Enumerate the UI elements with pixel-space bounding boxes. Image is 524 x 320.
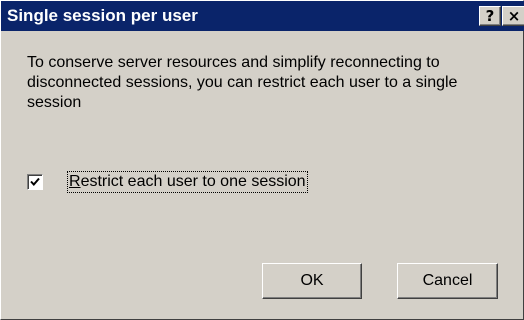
title-bar[interactable]: Single session per user ? × <box>1 1 524 31</box>
ok-button[interactable]: OK <box>262 263 362 299</box>
check-icon <box>30 177 40 186</box>
label-text: estrict each user to one session <box>80 173 306 190</box>
mnemonic-letter: R <box>69 173 81 190</box>
close-button[interactable]: × <box>502 6 524 26</box>
close-icon: × <box>507 7 521 25</box>
dialog-title: Single session per user <box>7 6 198 25</box>
cancel-button[interactable]: Cancel <box>397 263 498 299</box>
restrict-session-label[interactable]: Restrict each user to one session <box>67 171 308 193</box>
help-icon: ? <box>485 7 495 25</box>
restrict-session-checkbox[interactable] <box>27 174 43 190</box>
dialog-window: Single session per user ? × To conserve … <box>0 0 524 320</box>
description-text: To conserve server resources and simplif… <box>27 54 458 111</box>
help-button[interactable]: ? <box>479 6 501 26</box>
